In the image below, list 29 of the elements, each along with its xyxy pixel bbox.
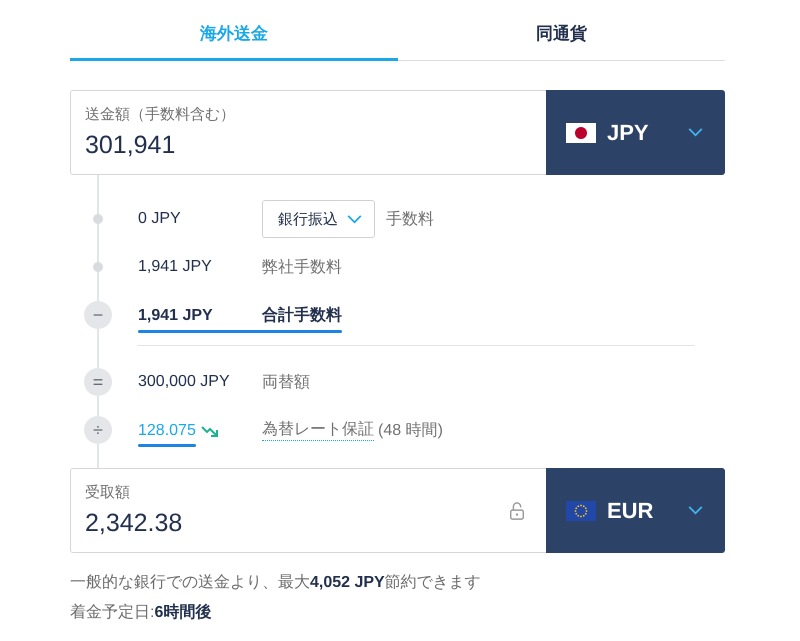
amount-field[interactable]: 受取額 2,342.38 xyxy=(70,468,546,553)
amount-field[interactable]: 送金額（手数料含む） 301,941 xyxy=(70,90,546,175)
japan-flag-icon xyxy=(566,122,596,142)
chevron-down-icon xyxy=(688,128,703,137)
method-dropdown[interactable]: 銀行振込 xyxy=(262,200,375,238)
tab[interactable]: 同通貨 xyxy=(398,0,725,61)
operator-symbol: − xyxy=(84,301,112,329)
guarantee-duration: (48 時間) xyxy=(378,420,443,440)
arrival-note: 着金予定日:6時間後 xyxy=(70,602,212,623)
savings-note: 一般的な銀行での送金より、最大4,052 JPY節約できます xyxy=(70,572,482,593)
amount-label: 両替額 xyxy=(262,372,310,392)
currency-selector[interactable]: EUR xyxy=(546,468,725,553)
fee-amount: 0 JPY xyxy=(138,210,182,228)
total-fee-amount: 1,941 JPY xyxy=(138,306,214,324)
fee-label: 手数料 xyxy=(386,210,434,230)
amount-text: 1,941 JPY xyxy=(138,258,213,276)
chevron-down-icon xyxy=(688,506,703,515)
eu-flag-icon xyxy=(566,500,596,520)
highlight-underline xyxy=(138,444,196,446)
amount-text: 300,000 JPY xyxy=(138,373,231,391)
total-fee-label: 合計手数料 xyxy=(262,305,342,326)
open-padlock-icon[interactable] xyxy=(508,500,526,520)
chevron-down-icon xyxy=(347,214,362,224)
amount-label: 弊社手数料 xyxy=(262,258,342,278)
operator-symbol: = xyxy=(84,368,112,396)
rate-guarantee-link[interactable]: 為替レート保証 xyxy=(262,419,374,441)
operator-symbol: ÷ xyxy=(84,416,112,444)
exchange-rate: 128.075 xyxy=(138,422,196,440)
currency-selector[interactable]: JPY xyxy=(546,90,725,175)
